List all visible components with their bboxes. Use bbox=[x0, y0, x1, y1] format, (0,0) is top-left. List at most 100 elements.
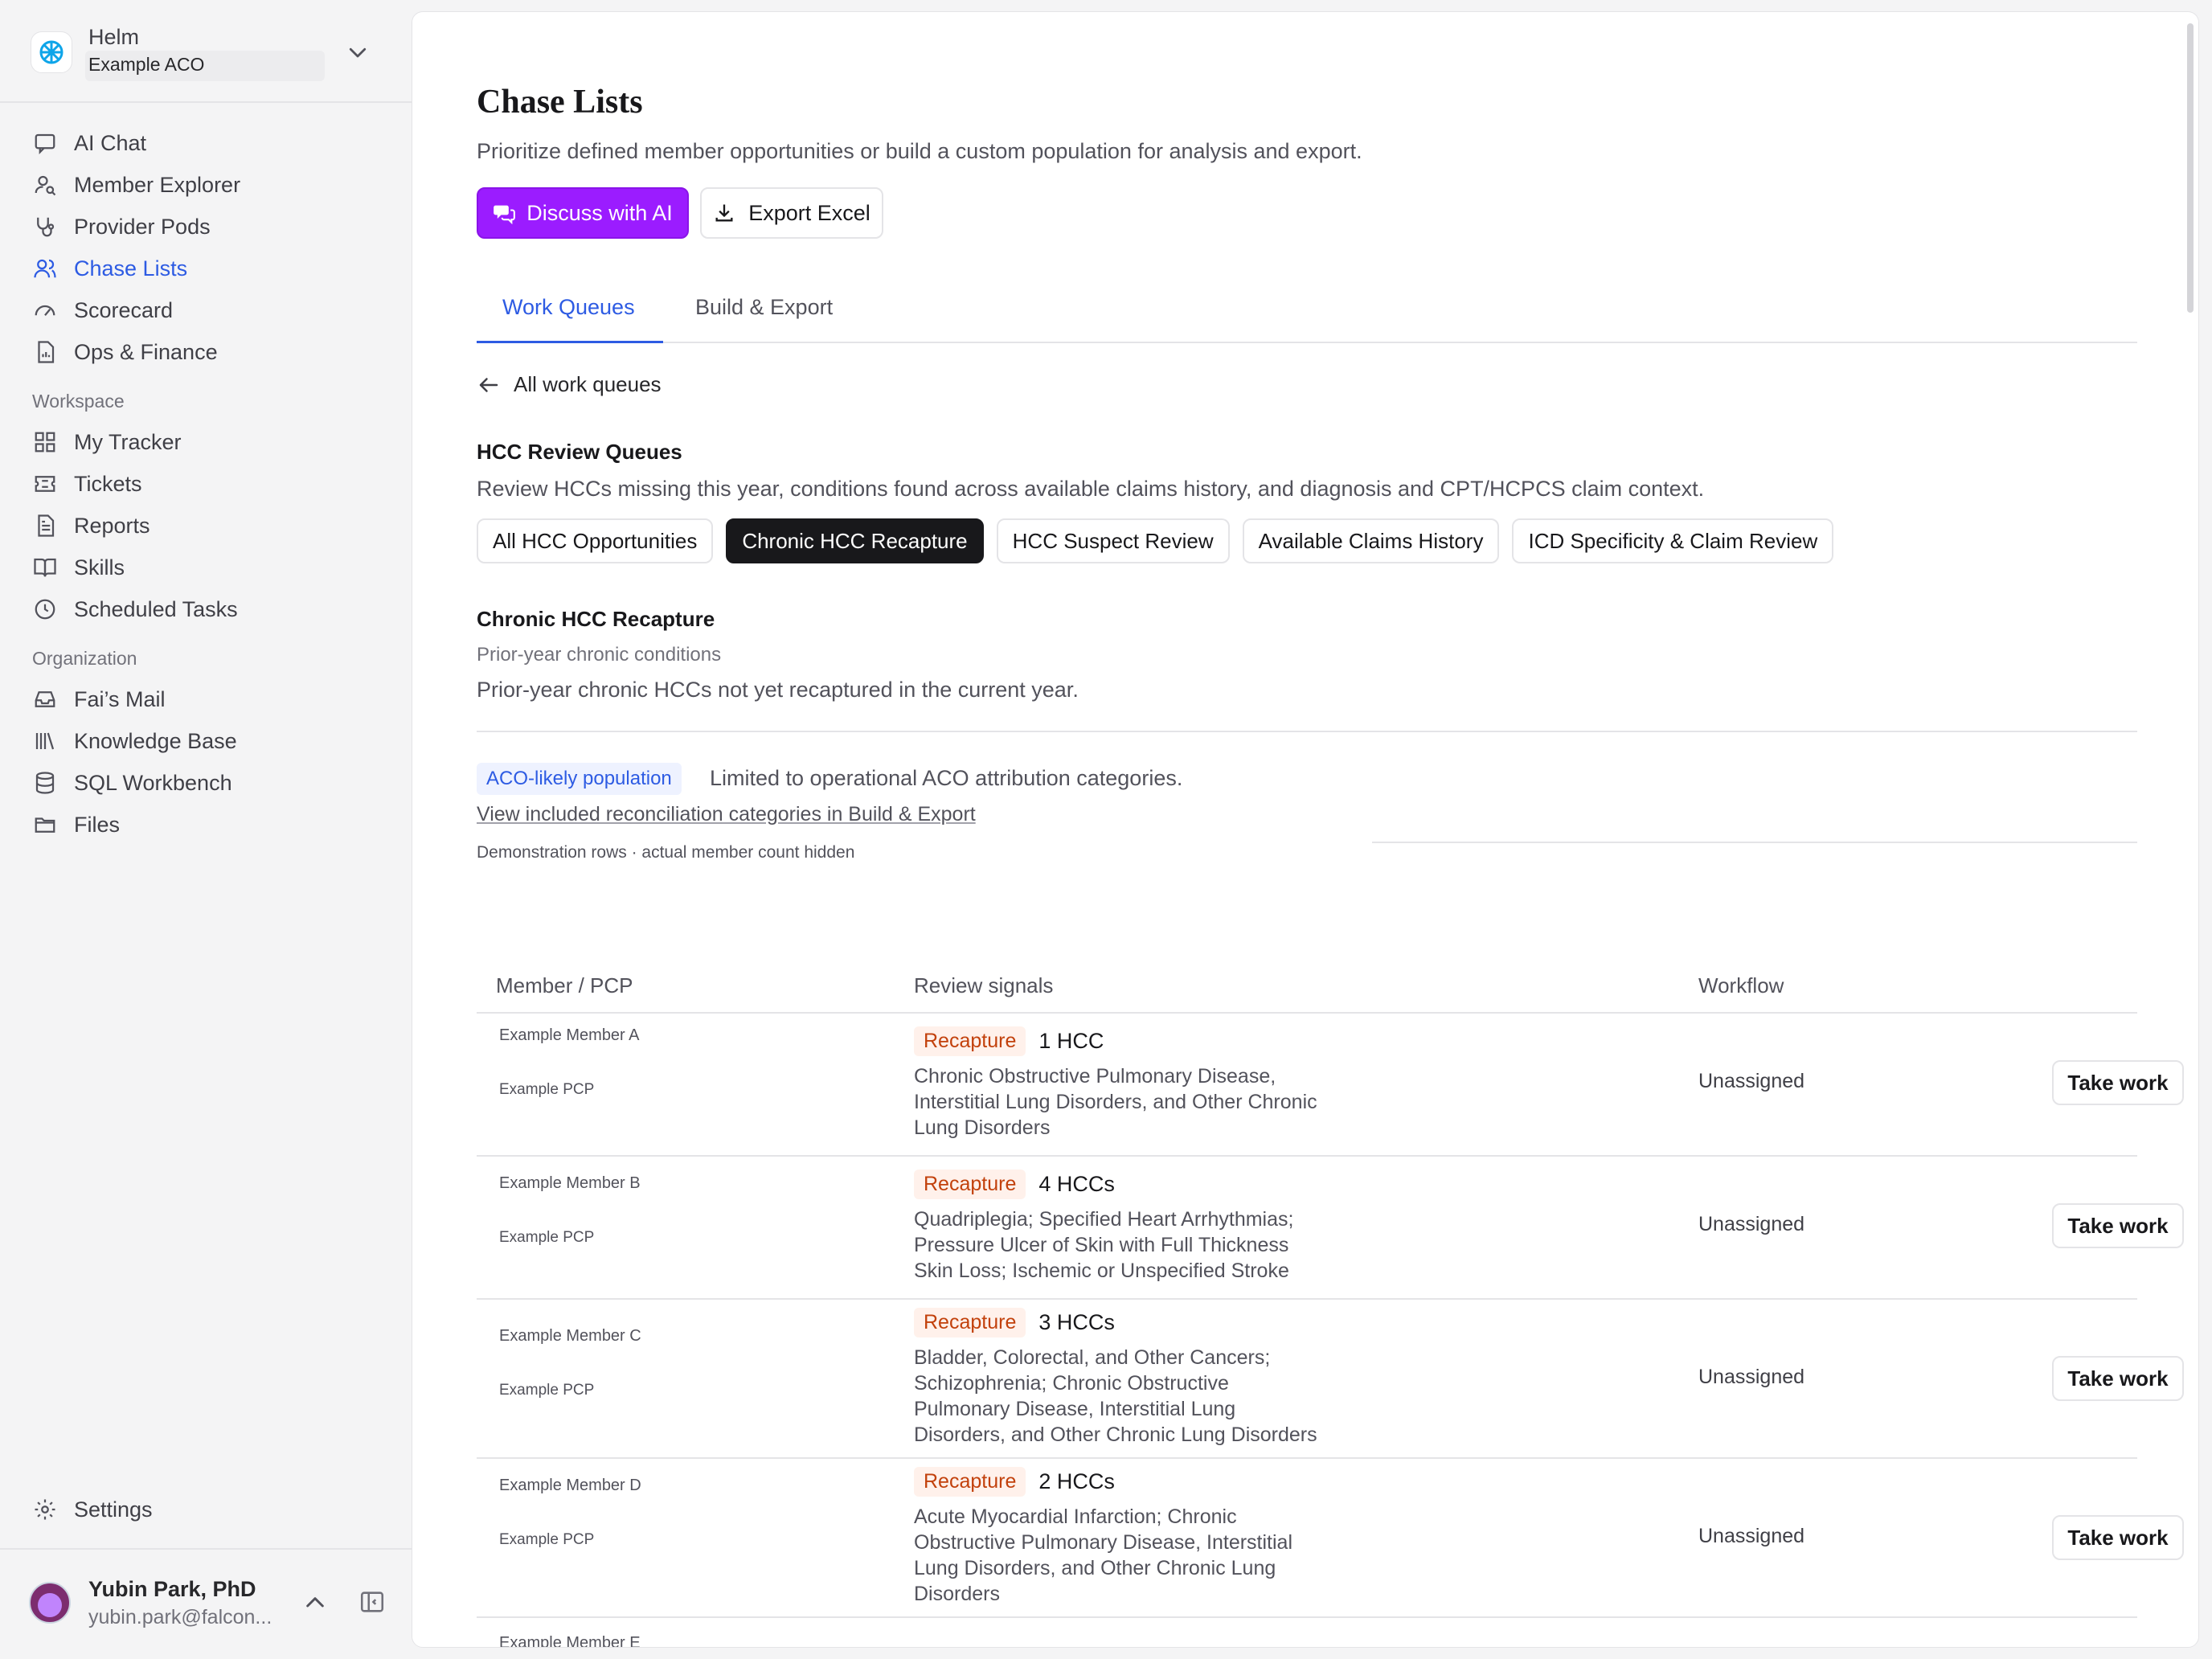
nav-item-knowledge-base[interactable]: Knowledge Base bbox=[32, 723, 237, 759]
nav-item-skills[interactable]: Skills bbox=[32, 550, 125, 585]
chip-icd-specificity[interactable]: ICD Specificity & Claim Review bbox=[1512, 518, 1834, 563]
reconciliation-categories-link[interactable]: View included reconciliation categories … bbox=[477, 803, 976, 826]
nav-label: Files bbox=[74, 812, 121, 837]
member-name[interactable]: Example Member E bbox=[499, 1634, 641, 1647]
hcc-description: Chronic Obstructive Pulmonary Disease, I… bbox=[914, 1065, 1317, 1139]
nav-item-provider-pods[interactable]: Provider Pods bbox=[32, 209, 211, 244]
workflow-status: Unassigned bbox=[1698, 1366, 1805, 1388]
hcc-count: 3 HCCs bbox=[1038, 1310, 1115, 1334]
hcc-description: Bladder, Colorectal, and Other Cancers; … bbox=[914, 1346, 1317, 1446]
folder-icon bbox=[32, 812, 58, 838]
sidebar-collapse-icon[interactable] bbox=[358, 1588, 386, 1620]
table-row[interactable]: Example Member A Example PCP Recapture 1… bbox=[477, 1014, 2184, 1157]
nav-item-reports[interactable]: Reports bbox=[32, 508, 150, 543]
table-row[interactable]: Example Member E bbox=[477, 1618, 2137, 1647]
member-name[interactable]: Example Member B bbox=[499, 1174, 641, 1193]
page-subtitle: Prioritize defined member opportunities … bbox=[477, 139, 1362, 163]
chip-all-hcc-opportunities[interactable]: All HCC Opportunities bbox=[477, 518, 714, 563]
selected-queue-description: Prior-year chronic HCCs not yet recaptur… bbox=[477, 678, 1079, 702]
org-switcher[interactable]: Helm Example ACO bbox=[18, 18, 387, 87]
workflow-status: Unassigned bbox=[1698, 1525, 1805, 1547]
workflow-status: Unassigned bbox=[1698, 1070, 1805, 1092]
col-member-pcp: Member / PCP bbox=[496, 973, 633, 997]
back-to-work-queues[interactable]: All work queues bbox=[477, 372, 662, 397]
book-icon bbox=[32, 555, 58, 580]
sidebar-divider bbox=[0, 101, 412, 103]
hcc-count: 2 HCCs bbox=[1038, 1469, 1115, 1493]
take-work-button[interactable]: Take work bbox=[2052, 1203, 2184, 1248]
nav-label: Provider Pods bbox=[74, 214, 211, 239]
nav-item-tickets[interactable]: Tickets bbox=[32, 466, 142, 502]
nav-label: Knowledge Base bbox=[74, 728, 237, 753]
member-name[interactable]: Example Member D bbox=[499, 1477, 641, 1495]
chase-list-table: Member / PCP Review signals Workflow Exa… bbox=[477, 956, 2184, 1647]
member-name[interactable]: Example Member A bbox=[499, 1026, 640, 1045]
scrollbar[interactable] bbox=[2187, 23, 2194, 313]
inbox-icon bbox=[32, 686, 58, 712]
nav-label: Skills bbox=[74, 555, 125, 580]
member-pcp: Example PCP bbox=[499, 1382, 595, 1399]
org-name: Helm bbox=[88, 25, 140, 49]
export-excel-button[interactable]: Export Excel bbox=[700, 187, 883, 239]
nav-item-scheduled-tasks[interactable]: Scheduled Tasks bbox=[32, 592, 238, 627]
chip-available-claims-history[interactable]: Available Claims History bbox=[1242, 518, 1500, 563]
nav-label: SQL Workbench bbox=[74, 770, 232, 795]
table-row[interactable]: Example Member C Example PCP Recapture 3… bbox=[477, 1300, 2184, 1459]
user-menu[interactable]: Yubin Park, PhD yubin.park@falcon... bbox=[29, 1571, 386, 1635]
take-work-button[interactable]: Take work bbox=[2052, 1515, 2184, 1560]
user-search-icon bbox=[32, 172, 58, 198]
member-pcp: Example PCP bbox=[499, 1081, 595, 1098]
nav-item-my-tracker[interactable]: My Tracker bbox=[32, 424, 182, 460]
col-workflow: Workflow bbox=[1698, 973, 1784, 997]
nav-item-ai-chat[interactable]: AI Chat bbox=[32, 125, 146, 161]
hcc-description: Acute Myocardial Infarction; Chronic Obs… bbox=[914, 1505, 1293, 1605]
take-work-button[interactable]: Take work bbox=[2052, 1356, 2184, 1401]
nav-item-scorecard[interactable]: Scorecard bbox=[32, 293, 173, 328]
active-tab-indicator bbox=[477, 341, 663, 343]
ticket-icon bbox=[32, 471, 58, 497]
hcc-count: 1 HCC bbox=[1038, 1029, 1104, 1053]
tab-build-export[interactable]: Build & Export bbox=[695, 295, 833, 320]
chat-icon bbox=[32, 130, 58, 156]
export-label: Export Excel bbox=[748, 200, 870, 225]
nav-item-member-explorer[interactable]: Member Explorer bbox=[32, 167, 240, 203]
nav-section-organization: Organization bbox=[32, 648, 137, 669]
population-note: Limited to operational ACO attribution c… bbox=[710, 766, 1183, 790]
nav-item-ops-finance[interactable]: Ops & Finance bbox=[32, 334, 218, 370]
table-row[interactable]: Example Member B Example PCP Recapture 4… bbox=[477, 1157, 2184, 1300]
recapture-tag: Recapture bbox=[914, 1467, 1026, 1497]
nav-item-settings[interactable]: Settings bbox=[32, 1492, 153, 1527]
nav-item-files[interactable]: Files bbox=[32, 807, 120, 842]
sidebar: Helm Example ACO AI Chat Member Explorer… bbox=[0, 0, 412, 1659]
clock-icon bbox=[32, 596, 58, 622]
discuss-label: Discuss with AI bbox=[526, 200, 673, 225]
back-label: All work queues bbox=[514, 372, 662, 396]
recapture-tag: Recapture bbox=[914, 1308, 1026, 1337]
sidebar-divider bbox=[0, 1548, 412, 1550]
nav-label: Settings bbox=[74, 1497, 153, 1522]
tab-work-queues[interactable]: Work Queues bbox=[502, 295, 635, 320]
chip-chronic-hcc-recapture[interactable]: Chronic HCC Recapture bbox=[726, 518, 984, 563]
download-icon bbox=[713, 202, 735, 224]
nav-item-chase-lists[interactable]: Chase Lists bbox=[32, 251, 187, 286]
nav-label: Fai’s Mail bbox=[74, 686, 166, 711]
divider bbox=[477, 731, 2137, 732]
avatar bbox=[29, 1582, 71, 1624]
main-panel: Chase Lists Prioritize defined member op… bbox=[412, 11, 2199, 1648]
table-row[interactable]: Example Member D Example PCP Recapture 2… bbox=[477, 1459, 2184, 1618]
user-email: yubin.park@falcon... bbox=[88, 1606, 272, 1628]
take-work-button[interactable]: Take work bbox=[2052, 1060, 2184, 1105]
chip-hcc-suspect-review[interactable]: HCC Suspect Review bbox=[996, 518, 1230, 563]
chevron-up-icon[interactable] bbox=[302, 1590, 328, 1620]
user-name: Yubin Park, PhD bbox=[88, 1577, 256, 1601]
chevron-down-icon[interactable] bbox=[346, 40, 370, 68]
discuss-with-ai-button[interactable]: Discuss with AI bbox=[477, 187, 689, 239]
gauge-icon bbox=[32, 297, 58, 323]
member-pcp: Example PCP bbox=[499, 1531, 595, 1548]
workflow-status: Unassigned bbox=[1698, 1213, 1805, 1235]
nav-item-sql-workbench[interactable]: SQL Workbench bbox=[32, 765, 232, 801]
gear-icon bbox=[32, 1497, 58, 1522]
member-name[interactable]: Example Member C bbox=[499, 1327, 641, 1346]
nav-item-mail[interactable]: Fai’s Mail bbox=[32, 682, 166, 717]
demo-note: Demonstration rows · actual member count… bbox=[477, 843, 855, 862]
